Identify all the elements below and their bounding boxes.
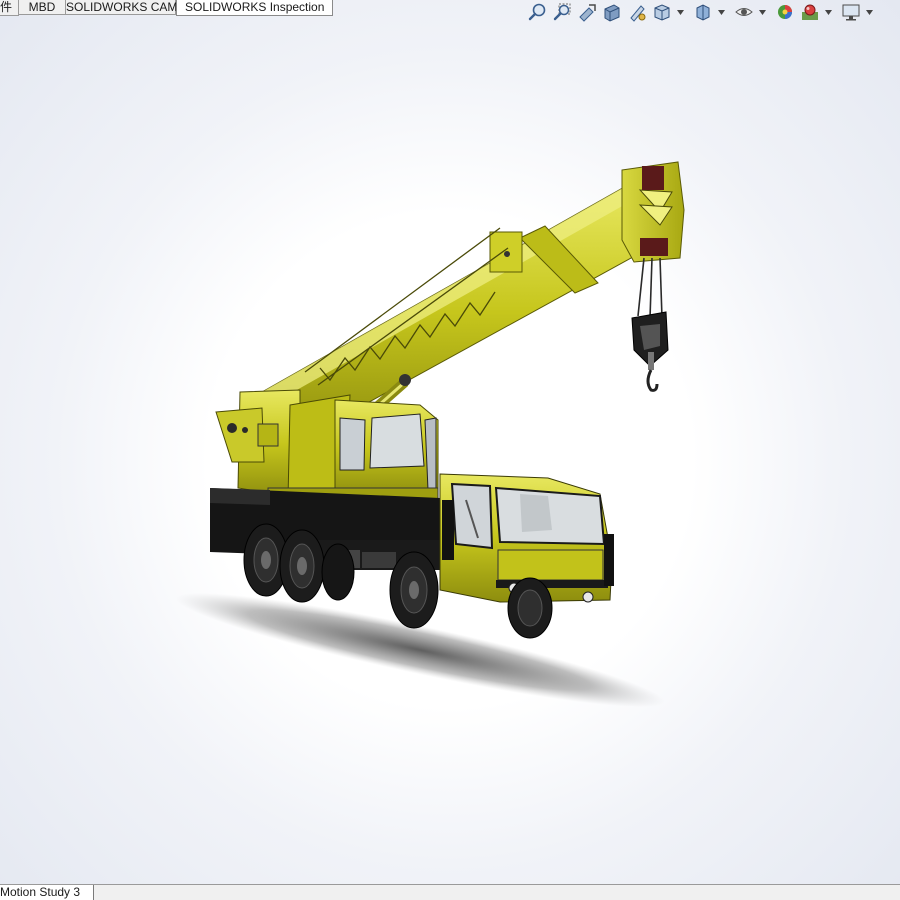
- wheel: [321, 543, 355, 601]
- wheel: [507, 577, 553, 639]
- tab-motion-study-3[interactable]: Motion Study 3: [0, 885, 94, 900]
- motion-study-tab-bar: Motion Study 3: [0, 884, 900, 900]
- crane-boom: [261, 161, 685, 441]
- superstructure: [215, 389, 439, 503]
- graphics-area[interactable]: 件 MBD SOLIDWORKS CAM SOLIDWORKS Inspecti…: [0, 0, 900, 884]
- wheel: [389, 551, 439, 629]
- truck-crane-model[interactable]: [0, 0, 900, 884]
- hook-block: [631, 257, 669, 392]
- wheel: [279, 529, 325, 603]
